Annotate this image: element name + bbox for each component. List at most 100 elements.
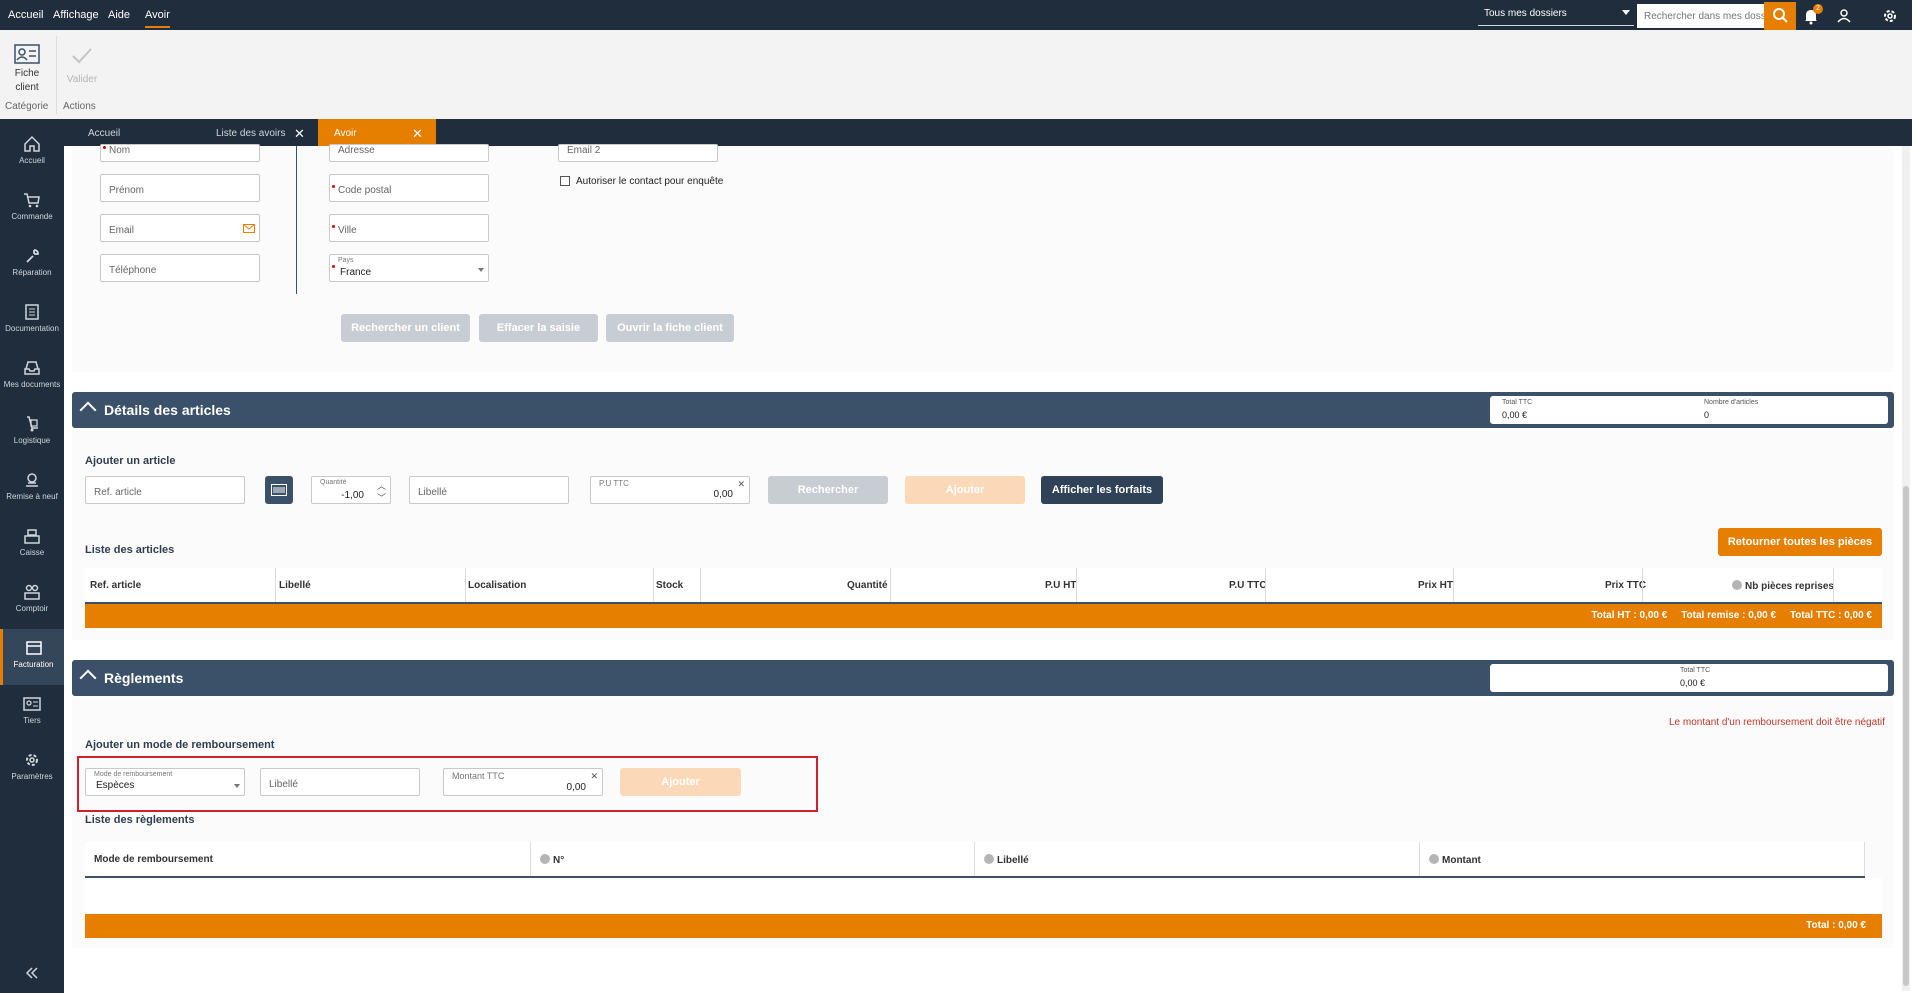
- ribbon-group-actions: Actions: [63, 101, 96, 112]
- close-icon[interactable]: ✕: [412, 126, 423, 142]
- reglements-section-header[interactable]: Règlements Total TTC 0,00 €: [72, 660, 1894, 696]
- libelle-article-input[interactable]: Libellé: [409, 476, 569, 504]
- sidebar-item-comptoir[interactable]: Comptoir: [0, 573, 64, 629]
- autoriser-contact-checkbox[interactable]: [560, 176, 570, 186]
- ribbon: [0, 30, 1912, 119]
- ajouter-reglement-button[interactable]: Ajouter: [620, 768, 741, 796]
- notifications-button[interactable]: 2: [1801, 4, 1823, 26]
- sidebar-item-caisse[interactable]: Caisse: [0, 517, 64, 573]
- sidebar-item-label: Accueil: [19, 156, 45, 165]
- tab-avoir[interactable]: Avoir ✕: [318, 119, 436, 146]
- sidebar-item-commande[interactable]: Commande: [0, 181, 64, 237]
- user-icon: [1837, 9, 1851, 23]
- sidebar-item-mes-documents[interactable]: Mes documents: [0, 349, 64, 405]
- pays-value: France: [340, 267, 372, 278]
- sidebar-item-reparation[interactable]: Réparation: [0, 237, 64, 293]
- rechercher-client-button[interactable]: Rechercher un client: [341, 314, 470, 342]
- menu-affichage[interactable]: Affichage: [53, 9, 99, 21]
- menu-aide[interactable]: Aide: [108, 9, 130, 21]
- sidebar-item-accueil[interactable]: Accueil: [0, 125, 64, 181]
- column-header[interactable]: Localisation: [468, 580, 526, 591]
- telephone-field[interactable]: Téléphone: [100, 254, 260, 282]
- nb-articles-label: Nombre d'articles: [1704, 399, 1759, 406]
- column-header[interactable]: Prix TTC: [1605, 580, 1646, 591]
- valider-button[interactable]: Valider: [62, 40, 102, 86]
- column-header[interactable]: Quantité: [847, 580, 888, 591]
- montant-ttc-input[interactable]: Montant TTC 0,00 ✕: [443, 768, 603, 796]
- articles-summary: Total TTC 0,00 € Nombre d'articles 0: [1490, 396, 1888, 424]
- adresse-field[interactable]: Adresse: [329, 144, 489, 162]
- column-header[interactable]: Ref. article: [90, 580, 141, 591]
- scrollbar-thumb[interactable]: [1903, 486, 1909, 986]
- sidebar-item-documentation[interactable]: Documentation: [0, 293, 64, 349]
- total-ttc-label: Total TTC: [1502, 399, 1533, 406]
- menu-accueil[interactable]: Accueil: [8, 9, 43, 21]
- sidebar-item-tiers[interactable]: Tiers: [0, 685, 64, 741]
- ajouter-article-button[interactable]: Ajouter: [905, 476, 1025, 504]
- libelle-reglement-input[interactable]: Libellé: [260, 768, 420, 796]
- reset-filter-icon[interactable]: [1429, 854, 1439, 864]
- prenom-field[interactable]: Prénom: [100, 174, 260, 202]
- articles-totals-text: Total HT : 0,00 € Total remise : 0,00 € …: [1591, 610, 1872, 621]
- menu-avoir[interactable]: Avoir: [145, 9, 170, 28]
- email-field[interactable]: Email: [100, 214, 260, 242]
- search-input[interactable]: Rechercher dans mes dossiers: [1637, 4, 1767, 28]
- ville-field[interactable]: Ville: [329, 214, 489, 242]
- close-icon[interactable]: ✕: [294, 126, 305, 142]
- chevron-down-icon[interactable]: ﹀: [377, 491, 386, 504]
- ref-article-input[interactable]: Ref. article: [85, 476, 245, 504]
- column-header-numero[interactable]: N°: [540, 854, 564, 866]
- reset-filter-icon[interactable]: [984, 854, 994, 864]
- email2-placeholder: Email 2: [567, 145, 601, 156]
- sidebar-item-parametres[interactable]: Paramètres: [0, 741, 64, 797]
- afficher-forfaits-button[interactable]: Afficher les forfaits: [1041, 476, 1163, 504]
- column-header[interactable]: P.U HT: [1045, 580, 1077, 591]
- home-icon: [24, 135, 40, 152]
- clear-icon[interactable]: ✕: [737, 479, 745, 490]
- sidebar-item-label: Réparation: [12, 268, 52, 277]
- column-header[interactable]: Mode de remboursement: [94, 854, 213, 865]
- pu-ttc-input[interactable]: P.U TTC 0,00 ✕: [590, 476, 750, 504]
- quantite-stepper[interactable]: Quantité -1,00 ︿ ﹀: [311, 476, 391, 504]
- column-header[interactable]: Stock: [656, 580, 683, 591]
- sidebar-item-logistique[interactable]: Logistique: [0, 405, 64, 461]
- column-header[interactable]: Prix HT: [1418, 580, 1453, 591]
- settings-button[interactable]: [1880, 6, 1900, 26]
- email2-field[interactable]: Email 2: [558, 144, 718, 162]
- column-header[interactable]: Libellé: [279, 580, 311, 591]
- rechercher-article-button[interactable]: Rechercher: [768, 476, 888, 504]
- column-header-nb-pieces[interactable]: Nb pièces reprises: [1732, 580, 1834, 592]
- cash-register-icon: [24, 529, 40, 544]
- folder-select[interactable]: Tous mes dossiers: [1478, 4, 1634, 26]
- ouvrir-fiche-client-button[interactable]: Ouvrir la fiche client: [606, 314, 734, 342]
- articles-section-header[interactable]: Détails des articles Total TTC 0,00 € No…: [72, 392, 1894, 428]
- column-header-label: Montant: [1442, 855, 1481, 866]
- collapse-sidebar-button[interactable]: [22, 963, 42, 983]
- pu-ttc-label: P.U TTC: [599, 479, 629, 488]
- sidebar-item-remise-a-neuf[interactable]: Remise à neuf: [0, 461, 64, 517]
- quantite-value: -1,00: [341, 490, 364, 501]
- effacer-saisie-button[interactable]: Effacer la saisie: [479, 314, 598, 342]
- column-header-libelle[interactable]: Libellé: [984, 854, 1029, 866]
- code-postal-field[interactable]: Code postal: [329, 174, 489, 202]
- sidebar-item-facturation[interactable]: Facturation: [0, 629, 64, 685]
- fiche-client-button[interactable]: Fiche client: [6, 40, 48, 96]
- pays-select[interactable]: Pays France: [329, 254, 489, 282]
- mode-remboursement-select[interactable]: Mode de remboursement Espèces: [85, 768, 245, 796]
- tab-accueil[interactable]: Accueil: [88, 119, 178, 146]
- reset-filter-icon[interactable]: [540, 854, 550, 864]
- reset-filter-icon[interactable]: [1732, 580, 1742, 590]
- column-header[interactable]: P.U TTC: [1229, 580, 1267, 591]
- column-header-montant[interactable]: Montant: [1429, 854, 1481, 866]
- clear-icon[interactable]: ✕: [590, 771, 598, 782]
- barcode-scan-button[interactable]: [265, 476, 293, 504]
- retourner-toutes-pieces-button[interactable]: Retourner toutes les pièces: [1718, 528, 1882, 556]
- vertical-scrollbar[interactable]: [1902, 146, 1910, 991]
- prenom-placeholder: Prénom: [109, 185, 145, 196]
- document-tab-bar: Accueil Liste des avoirs ✕ Avoir ✕: [64, 119, 1912, 146]
- search-button[interactable]: [1764, 2, 1796, 30]
- user-button[interactable]: [1834, 6, 1854, 26]
- ajouter-mode-title: Ajouter un mode de remboursement: [85, 739, 275, 751]
- barcode-icon: [271, 484, 287, 496]
- nom-field[interactable]: Nom: [100, 144, 260, 162]
